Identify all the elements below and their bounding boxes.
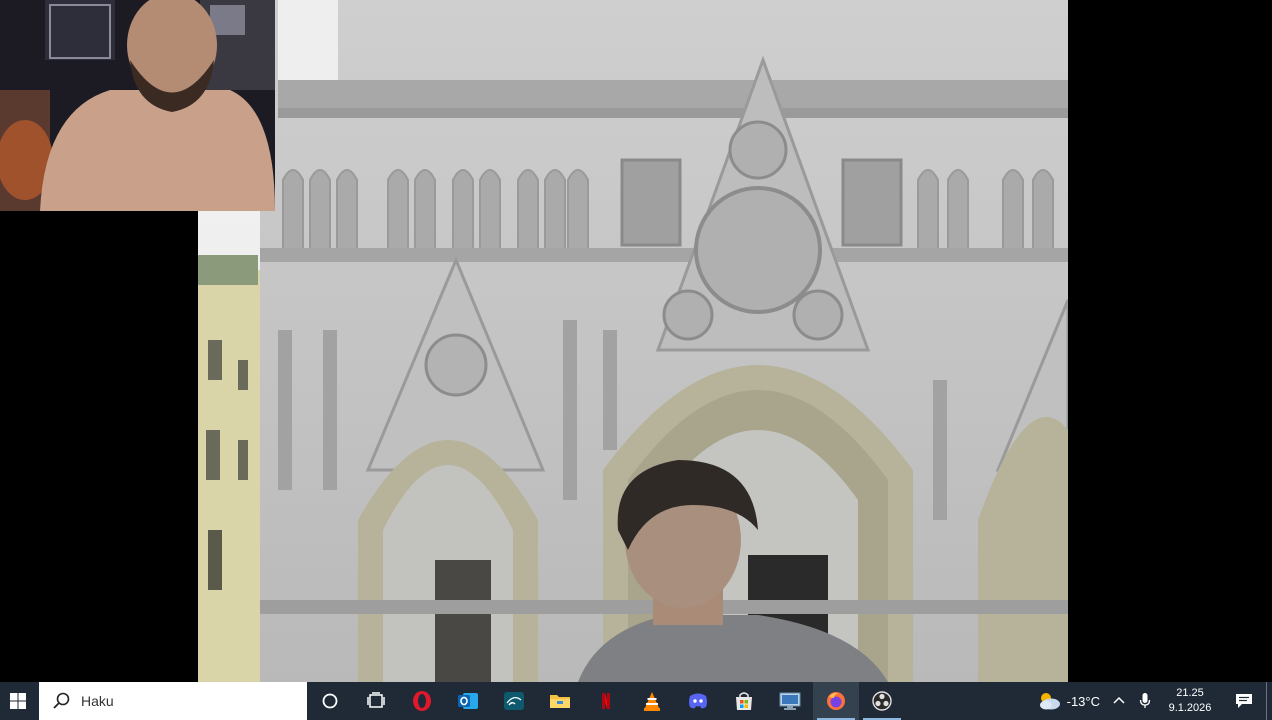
windows-logo-icon [10,693,26,709]
discord-icon [689,693,707,709]
taskbar-search-box[interactable]: Haku [39,682,307,720]
firefox-icon [827,692,845,710]
windows-taskbar: Haku -13°C 21.25 9.1.2026 [0,682,1272,720]
file-explorer-button[interactable] [537,682,583,720]
cloud-sun-icon [1039,693,1060,710]
webcam-video-frame [0,0,275,211]
weather-widget[interactable]: -13°C [1031,682,1106,720]
show-desktop-button[interactable] [1266,682,1272,720]
desktop [0,0,1272,682]
vlc-button[interactable] [629,682,675,720]
search-icon [53,692,70,709]
opera-button[interactable] [399,682,445,720]
outlook-icon [458,693,478,709]
disney-plus-icon [504,692,524,710]
clock-date: 9.1.2026 [1168,702,1212,714]
notification-icon [1236,694,1252,708]
cathedral-video-frame [198,0,1068,682]
outlook-button[interactable] [445,682,491,720]
microsoft-store-icon [736,692,752,710]
weather-temperature: -13°C [1066,693,1100,709]
obs-studio-icon [872,691,892,711]
discord-button[interactable] [675,682,721,720]
cortana-icon [322,693,338,709]
microphone-button[interactable] [1134,682,1156,720]
firefox-button[interactable] [813,682,859,720]
remote-desktop-icon [779,692,801,710]
netflix-icon [602,693,610,709]
obs-studio-button[interactable] [859,682,905,720]
disney-plus-button[interactable] [491,682,537,720]
clock-time: 21.25 [1176,687,1204,699]
task-view-icon [367,692,385,708]
main-video-player[interactable] [198,0,1068,682]
show-hidden-icons-button[interactable] [1108,682,1130,720]
opera-icon [413,691,431,711]
remote-desktop-button[interactable] [767,682,813,720]
webcam-overlay[interactable] [0,0,275,211]
file-explorer-icon [550,695,570,708]
microphone-icon [1139,693,1151,708]
task-view-button[interactable] [353,682,399,720]
action-center-button[interactable] [1224,682,1264,720]
system-tray: -13°C 21.25 9.1.2026 [1031,682,1272,720]
vlc-icon [644,692,660,711]
cortana-button[interactable] [307,682,353,720]
taskbar-clock[interactable]: 21.25 9.1.2026 [1158,682,1222,720]
microsoft-store-button[interactable] [721,682,767,720]
netflix-button[interactable] [583,682,629,720]
start-button[interactable] [0,682,36,720]
search-placeholder: Haku [81,693,114,709]
chevron-up-icon [1113,696,1125,704]
